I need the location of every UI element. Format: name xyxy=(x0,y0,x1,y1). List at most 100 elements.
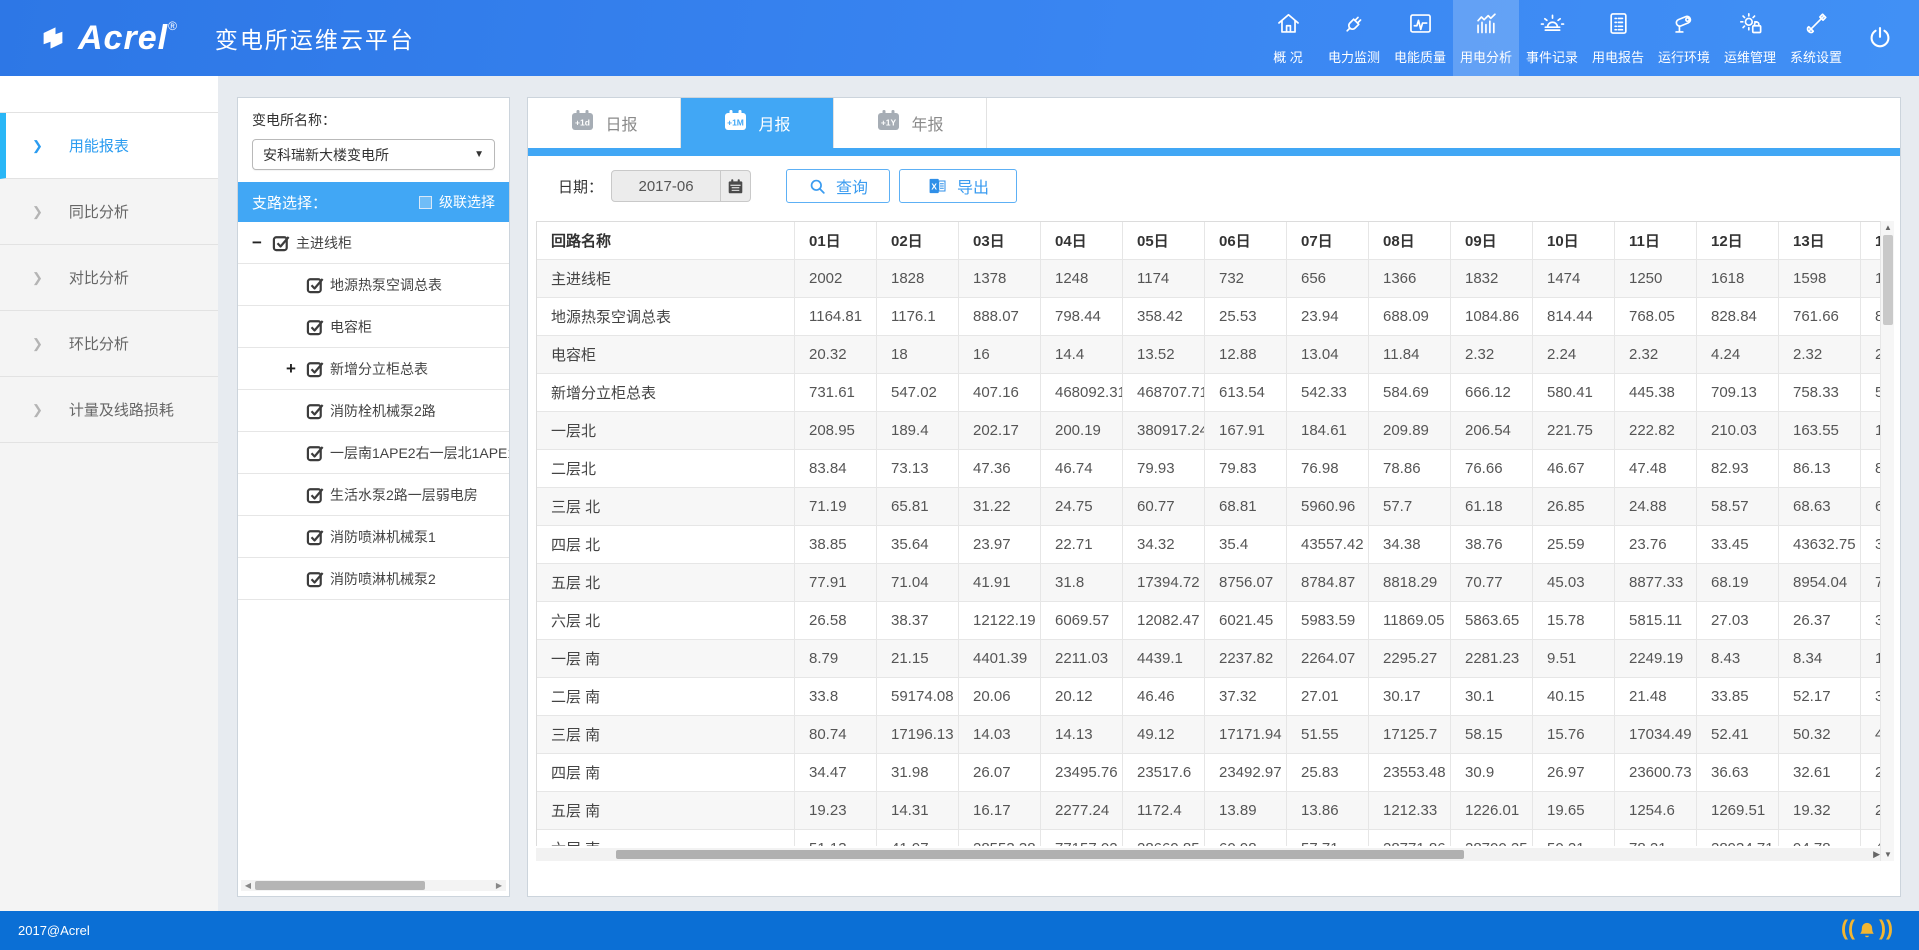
tree-node[interactable]: 消防喷淋机械泵2 xyxy=(238,558,509,600)
tree-node[interactable]: 消防喷淋机械泵1 xyxy=(238,516,509,558)
scroll-right-arrow-icon[interactable]: ▶ xyxy=(493,881,505,890)
app-root: Acrel ® 变电所运维云平台 概 况电力监测电能质量用电分析事件记录用电报告… xyxy=(0,0,1919,950)
table-cell: 468092.31 xyxy=(1041,374,1123,412)
table-cell: 1474 xyxy=(1533,260,1615,298)
table-cell: 14.03 xyxy=(959,716,1041,754)
sidebar-item-yoy-analysis[interactable]: ❯同比分析 xyxy=(0,179,218,245)
scroll-down-arrow-icon[interactable]: ▼ xyxy=(1881,850,1895,859)
date-input[interactable]: 2017-06 xyxy=(611,170,721,202)
column-header: 02日 xyxy=(877,222,959,260)
nav-item-system-settings[interactable]: 系统设置 xyxy=(1783,0,1849,76)
column-header: 07日 xyxy=(1287,222,1369,260)
checkbox-checked-icon[interactable] xyxy=(306,485,328,504)
table-cell: 221.75 xyxy=(1533,412,1615,450)
table-row: 五层 南19.2314.3116.172277.241172.413.8913.… xyxy=(537,792,1882,830)
tree-node[interactable]: 生活水泵2路一层弱电房 xyxy=(238,474,509,516)
table-cell: 26.85 xyxy=(1533,488,1615,526)
table-cell: 5815.11 xyxy=(1615,602,1697,640)
table-cell: 6 xyxy=(1861,488,1882,526)
table-header-row: 回路名称01日02日03日04日05日06日07日08日09日10日11日12日… xyxy=(537,222,1882,260)
notification-bell-icon[interactable]: (( )) xyxy=(1841,919,1893,943)
checkbox-checked-icon[interactable] xyxy=(306,317,328,336)
sidebar-item-contrast-analysis[interactable]: ❯对比分析 xyxy=(0,245,218,311)
table-hscroll-thumb[interactable] xyxy=(616,850,1464,859)
table-row: 二层北83.8473.1347.3646.7479.9379.8376.9878… xyxy=(537,450,1882,488)
query-button[interactable]: 查询 xyxy=(786,169,890,203)
tree-node-label: 消防喷淋机械泵1 xyxy=(330,527,436,547)
table-vscroll-thumb[interactable] xyxy=(1883,235,1893,325)
table-cell: 73.13 xyxy=(877,450,959,488)
sidebar-item-metering-line-loss[interactable]: ❯计量及线路损耗 xyxy=(0,377,218,443)
checkbox-checked-icon[interactable] xyxy=(306,359,328,378)
table-row: 地源热泵空调总表1164.811176.1888.07798.44358.422… xyxy=(537,298,1882,336)
table-cell: 49.12 xyxy=(1123,716,1205,754)
table-cell: 68.19 xyxy=(1697,564,1779,602)
table-row: 主进线柜200218281378124811747326561366183214… xyxy=(537,260,1882,298)
tree-horizontal-scrollbar[interactable]: ◀ ▶ xyxy=(241,880,506,891)
table-cell: 761.66 xyxy=(1779,298,1861,336)
nav-item-environment[interactable]: 运行环境 xyxy=(1651,0,1717,76)
nav-item-power-quality[interactable]: 电能质量 xyxy=(1387,0,1453,76)
table-cell: 27.01 xyxy=(1287,678,1369,716)
tree-hscroll-thumb[interactable] xyxy=(255,881,425,890)
checkbox-unchecked-icon xyxy=(419,196,432,209)
table-cell: 20.32 xyxy=(795,336,877,374)
tree-node[interactable]: + 新增分立柜总表 xyxy=(238,348,509,390)
table-cell: 83.84 xyxy=(795,450,877,488)
table-vertical-scrollbar[interactable]: ▲ ▼ xyxy=(1880,221,1894,861)
table-cell: 34.47 xyxy=(795,754,877,792)
nav-item-energy-report[interactable]: 用电报告 xyxy=(1585,0,1651,76)
checkbox-checked-icon[interactable] xyxy=(306,401,328,420)
tab-yearly[interactable]: +1Y年报 xyxy=(834,98,987,148)
table-cell: 2237.82 xyxy=(1205,640,1287,678)
nav-item-energy-analysis[interactable]: 用电分析 xyxy=(1453,0,1519,76)
table-horizontal-scrollbar[interactable]: ▶ xyxy=(536,848,1882,861)
tree-node[interactable]: 地源热泵空调总表 xyxy=(238,264,509,306)
table-cell: 13.86 xyxy=(1287,792,1369,830)
table-cell: 1269.51 xyxy=(1697,792,1779,830)
sidebar-item-mom-analysis[interactable]: ❯环比分析 xyxy=(0,311,218,377)
tree-node[interactable]: 一层南1APE2右一层北1APE1 xyxy=(238,432,509,474)
table-cell: 52.17 xyxy=(1779,678,1861,716)
checkbox-checked-icon[interactable] xyxy=(306,527,328,546)
table-cell: 2002 xyxy=(795,260,877,298)
table-cell: 14.4 xyxy=(1041,336,1123,374)
tree-node[interactable]: 电容柜 xyxy=(238,306,509,348)
expand-icon[interactable]: + xyxy=(286,359,306,379)
table-cell: 24.88 xyxy=(1615,488,1697,526)
cascade-select-checkbox[interactable]: 级联选择 xyxy=(419,192,495,212)
export-button[interactable]: X 导出 xyxy=(899,169,1017,203)
station-select[interactable]: 安科瑞新大楼变电所 ▼ xyxy=(252,139,495,170)
table-cell: 1212.33 xyxy=(1369,792,1451,830)
tree-node[interactable]: − 主进线柜 xyxy=(238,222,509,264)
power-button[interactable] xyxy=(1849,0,1911,76)
scroll-up-arrow-icon[interactable]: ▲ xyxy=(1881,223,1895,232)
nav-item-overview[interactable]: 概 况 xyxy=(1255,0,1321,76)
column-header: 05日 xyxy=(1123,222,1205,260)
tree-node[interactable]: 消防栓机械泵2路 xyxy=(238,390,509,432)
collapse-icon[interactable]: − xyxy=(252,233,272,253)
sidebar-item-energy-report-table[interactable]: ❯用能报表 xyxy=(0,113,218,179)
checkbox-checked-icon[interactable] xyxy=(272,233,294,252)
tab-daily[interactable]: +1d日报 xyxy=(528,98,681,148)
nav-item-power-monitor[interactable]: 电力监测 xyxy=(1321,0,1387,76)
table-cell: 5 xyxy=(1861,374,1882,412)
table-cell: 43632.75 xyxy=(1779,526,1861,564)
table-cell: 22.71 xyxy=(1041,526,1123,564)
nav-item-om-management[interactable]: 运维管理 xyxy=(1717,0,1783,76)
tab-monthly[interactable]: +1M月报 xyxy=(681,98,834,148)
table-cell: 758.33 xyxy=(1779,374,1861,412)
table-cell: 65.81 xyxy=(877,488,959,526)
scroll-right-arrow-icon[interactable]: ▶ xyxy=(1873,849,1880,860)
checkbox-checked-icon[interactable] xyxy=(306,569,328,588)
table-cell: 167.91 xyxy=(1205,412,1287,450)
column-header: 06日 xyxy=(1205,222,1287,260)
chevron-right-icon: ❯ xyxy=(32,336,43,352)
table-cell: 8.79 xyxy=(795,640,877,678)
checkbox-checked-icon[interactable] xyxy=(306,443,328,462)
calendar-picker-button[interactable] xyxy=(721,170,751,202)
nav-item-event-log[interactable]: 事件记录 xyxy=(1519,0,1585,76)
nav-item-label: 电能质量 xyxy=(1394,47,1446,66)
checkbox-checked-icon[interactable] xyxy=(306,275,328,294)
scroll-left-arrow-icon[interactable]: ◀ xyxy=(242,881,254,890)
